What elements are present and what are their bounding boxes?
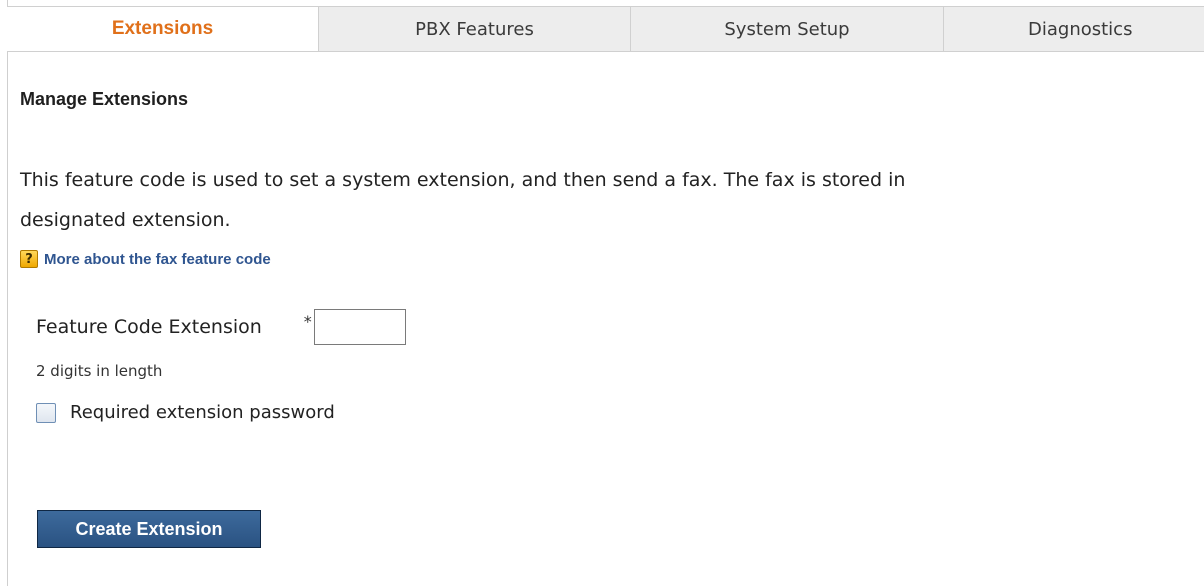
required-password-checkbox[interactable] bbox=[36, 402, 56, 423]
feature-code-label: Feature Code Extension bbox=[36, 316, 262, 338]
required-marker: * bbox=[303, 311, 312, 331]
password-checkbox-row: Required extension password bbox=[36, 402, 335, 423]
help-row: ? More about the fax feature code bbox=[20, 250, 271, 268]
fax-feature-help-link[interactable]: More about the fax feature code bbox=[44, 251, 271, 268]
feature-code-hint: 2 digits in length bbox=[36, 362, 163, 380]
tab-system-setup[interactable]: System Setup bbox=[631, 7, 944, 51]
create-extension-button[interactable]: Create Extension bbox=[37, 510, 261, 548]
description-line-2: designated extension. bbox=[20, 209, 231, 231]
content-left-border bbox=[7, 0, 8, 586]
feature-code-row: Feature Code Extension * bbox=[36, 309, 406, 345]
tab-diagnostics[interactable]: Diagnostics bbox=[944, 7, 1204, 51]
required-password-label[interactable]: Required extension password bbox=[70, 402, 335, 423]
tab-extensions[interactable]: Extensions bbox=[7, 7, 319, 51]
feature-description: This feature code is used to set a syste… bbox=[20, 160, 1204, 240]
feature-code-input[interactable] bbox=[313, 309, 406, 345]
page-title: Manage Extensions bbox=[20, 89, 189, 109]
tab-pbx-features[interactable]: PBX Features bbox=[319, 7, 631, 51]
description-line-1: This feature code is used to set a syste… bbox=[20, 169, 906, 191]
help-question-icon[interactable]: ? bbox=[20, 250, 38, 268]
main-tab-bar: Extensions PBX Features System Setup Dia… bbox=[7, 6, 1204, 52]
